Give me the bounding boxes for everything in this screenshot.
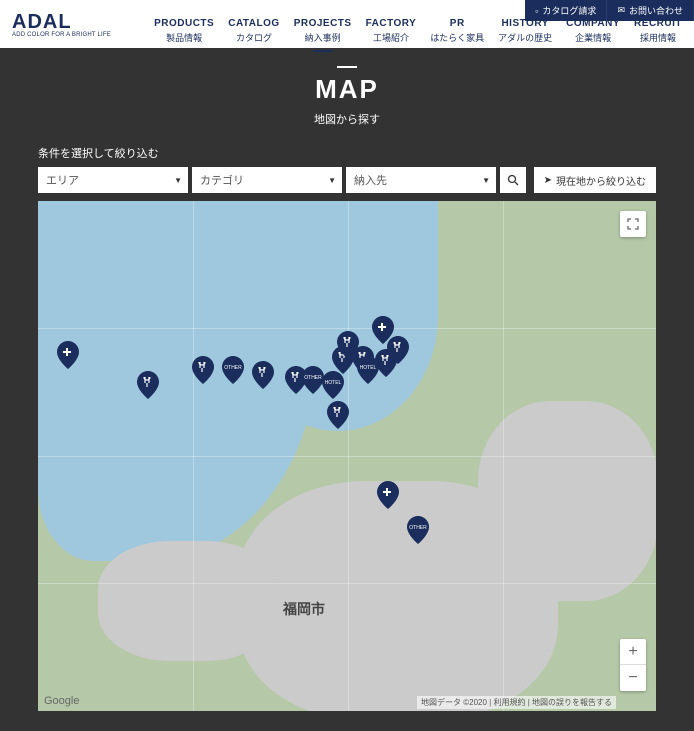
nav-item-pr[interactable]: PRはたらく家具 xyxy=(430,18,484,44)
filter-label: 条件を選択して絞り込む xyxy=(38,145,656,161)
map-marker-other[interactable]: OTHER xyxy=(302,366,324,394)
map-marker-other[interactable]: OTHER xyxy=(222,356,244,384)
svg-text:OTHER: OTHER xyxy=(304,375,322,381)
nav-item-company[interactable]: COMPANY企業情報 xyxy=(566,18,620,44)
nav-item-factory[interactable]: FACTORY工場紹介 xyxy=(366,18,417,44)
fullscreen-icon xyxy=(627,218,639,230)
contact-button[interactable]: ✉ お問い合わせ xyxy=(607,0,694,21)
svg-text:HOTEL: HOTEL xyxy=(325,380,342,386)
location-icon: ➤ xyxy=(544,175,552,186)
map[interactable]: 福岡市 OTHEROTHERHOTELHOTELOTHER + − Google… xyxy=(38,201,656,711)
nav-item-recruit[interactable]: RECRUIT採用情報 xyxy=(634,18,682,44)
map-marker-fork[interactable] xyxy=(137,371,159,399)
nav-item-products[interactable]: PRODUCTS製品情報 xyxy=(154,18,214,44)
book-icon: ▫ xyxy=(535,6,538,16)
destination-select[interactable]: 納入先 xyxy=(346,167,496,193)
catalog-request-button[interactable]: ▫ カタログ請求 xyxy=(525,0,607,21)
mail-icon: ✉ xyxy=(617,5,625,16)
zoom-in-button[interactable]: + xyxy=(620,639,646,665)
search-button[interactable] xyxy=(500,167,526,193)
title-dash xyxy=(337,66,357,68)
map-attribution: 地図データ ©2020 | 利用規約 | 地図の誤りを報告する xyxy=(417,696,616,709)
map-marker-other[interactable]: OTHER xyxy=(407,516,429,544)
nav-item-history[interactable]: HISTORYアダルの歴史 xyxy=(498,18,552,44)
logo[interactable]: ADAL ADD COLOR FOR A BRIGHT LIFE xyxy=(12,11,111,38)
map-marker-fork[interactable] xyxy=(252,361,274,389)
map-marker-fork[interactable] xyxy=(387,336,409,364)
svg-text:OTHER: OTHER xyxy=(224,365,242,371)
zoom-out-button[interactable]: − xyxy=(620,665,646,691)
search-icon xyxy=(507,174,519,186)
city-label: 福岡市 xyxy=(283,599,325,619)
fullscreen-button[interactable] xyxy=(620,211,646,237)
map-marker-hotel[interactable]: HOTEL xyxy=(322,371,344,399)
nav-item-projects[interactable]: PROJECTS納入事例 xyxy=(294,18,352,44)
map-marker-plus[interactable] xyxy=(57,341,79,369)
nav-item-catalog[interactable]: CATALOGカタログ xyxy=(228,18,279,44)
page-subtitle: 地図から探す xyxy=(0,111,694,127)
category-select[interactable]: カテゴリ xyxy=(192,167,342,193)
locate-button[interactable]: ➤ 現在地から絞り込む xyxy=(534,167,656,193)
area-select[interactable]: エリア xyxy=(38,167,188,193)
map-marker-fork[interactable] xyxy=(192,356,214,384)
google-logo: Google xyxy=(44,695,79,707)
map-marker-plus[interactable] xyxy=(377,481,399,509)
page-title: MAP xyxy=(0,74,694,105)
svg-text:OTHER: OTHER xyxy=(409,525,427,531)
map-marker-fork[interactable] xyxy=(327,401,349,429)
